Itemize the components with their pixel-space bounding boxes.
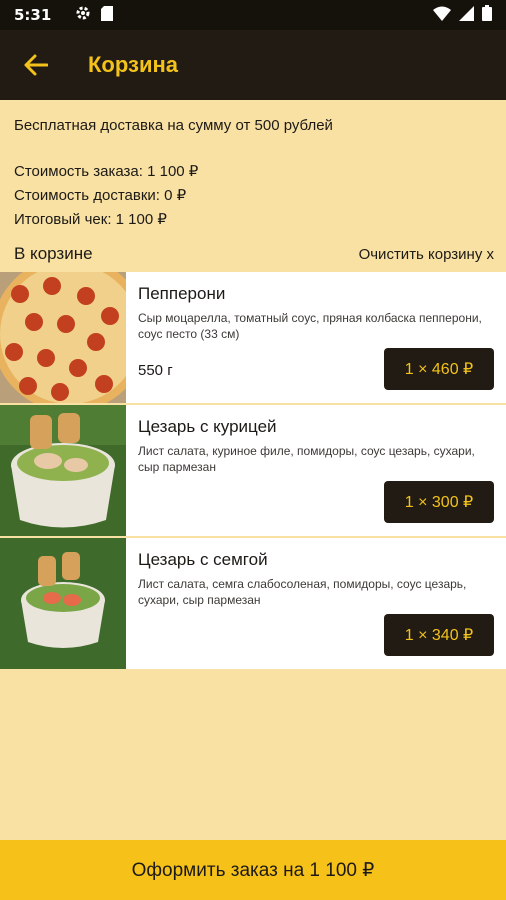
salad-image [0, 538, 126, 669]
item-name: Цезарь с семгой [138, 550, 268, 569]
status-bar: 5:31 [0, 0, 506, 30]
delivery-cost: Стоимость доставки: 0 ₽ [14, 187, 187, 204]
wifi-icon [433, 6, 451, 25]
item-description: Лист салата, семга слабосоленая, помидор… [138, 577, 467, 607]
item-weight: 550 г [138, 362, 173, 379]
list-item[interactable]: Пепперони Сыр моцарелла, томатный соус, … [0, 272, 506, 403]
sd-card-icon [101, 5, 114, 25]
item-quantity-price-button[interactable]: 1 × 300 ₽ [384, 481, 494, 523]
checkout-button[interactable]: Оформить заказ на 1 100 ₽ [0, 840, 506, 900]
cart-list: Пепперони Сыр моцарелла, томатный соус, … [0, 272, 506, 669]
item-description: Лист салата, куриное филе, помидоры, соу… [138, 444, 475, 474]
pizza-image [0, 272, 126, 403]
cart-label: В корзине [14, 244, 93, 263]
cart-header: В корзине Очистить корзину x [0, 232, 506, 272]
app-bar: Корзина [0, 30, 506, 100]
item-quantity-price-button[interactable]: 1 × 460 ₽ [384, 348, 494, 390]
item-quantity-price-button[interactable]: 1 × 340 ₽ [384, 614, 494, 656]
settings-icon [75, 5, 91, 25]
status-time: 5:31 [14, 6, 52, 24]
clear-cart-button[interactable]: Очистить корзину x [359, 246, 494, 263]
free-delivery-note: Бесплатная доставка на сумму от 500 рубл… [14, 117, 333, 134]
item-name: Цезарь с курицей [138, 417, 277, 436]
total-cost: Итоговый чек: 1 100 ₽ [14, 211, 167, 228]
item-description: Сыр моцарелла, томатный соус, пряная кол… [138, 311, 482, 341]
order-summary: Бесплатная доставка на сумму от 500 рубл… [0, 100, 506, 232]
list-item[interactable]: Цезарь с семгой Лист салата, семга слабо… [0, 538, 506, 669]
page-title: Корзина [88, 52, 178, 77]
battery-icon [482, 5, 492, 25]
list-item[interactable]: Цезарь с курицей Лист салата, куриное фи… [0, 405, 506, 536]
order-cost: Стоимость заказа: 1 100 ₽ [14, 163, 199, 180]
back-arrow-icon[interactable] [22, 51, 50, 79]
salad-image [0, 405, 126, 536]
item-name: Пепперони [138, 284, 226, 303]
signal-icon [459, 5, 474, 25]
